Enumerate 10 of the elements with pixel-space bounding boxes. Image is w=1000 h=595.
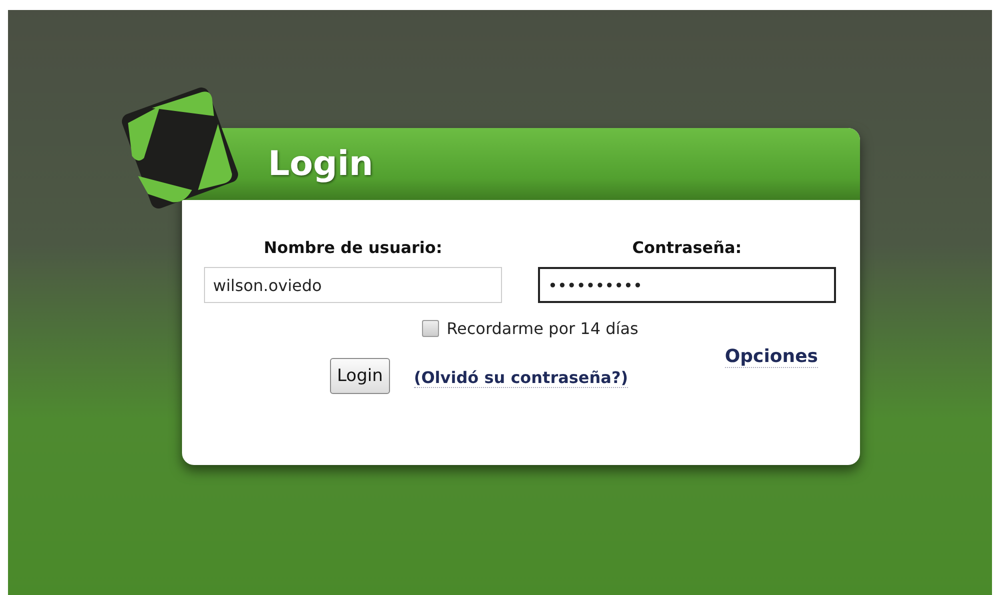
input-field[interactable]: •••••••••• xyxy=(538,267,836,303)
field-label: Nombre de usuario: xyxy=(264,238,442,257)
field-label: Contraseña: xyxy=(632,238,742,257)
checkbox[interactable] xyxy=(422,320,439,337)
forgot-password-link[interactable]: (Olvidó su contraseña?) xyxy=(414,368,628,388)
login-button[interactable]: Login xyxy=(330,358,390,394)
options-link[interactable]: Opciones xyxy=(724,346,818,368)
input-field[interactable]: wilson.oviedo xyxy=(204,267,502,303)
checkbox-label: Recordarme por 14 días xyxy=(446,319,638,338)
dialog-title: Login xyxy=(268,144,374,184)
